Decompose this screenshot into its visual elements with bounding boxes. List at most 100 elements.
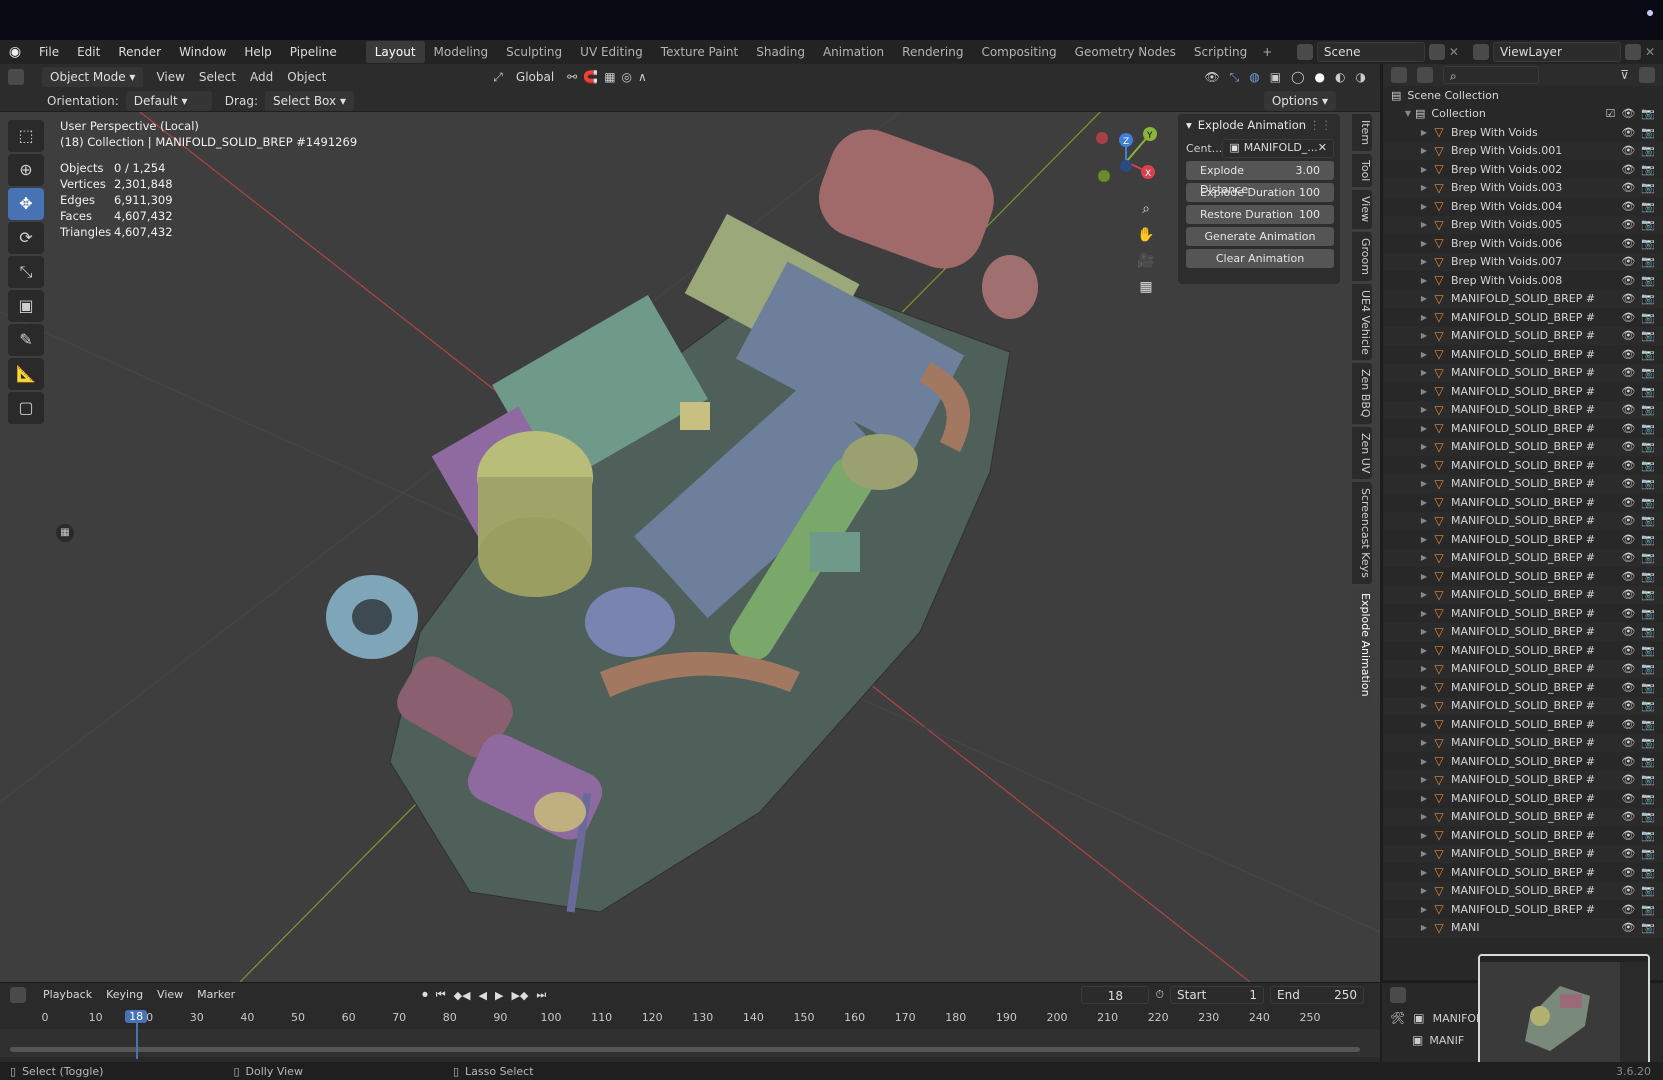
tab-texture-paint[interactable]: Texture Paint [652,41,747,63]
outliner-item[interactable]: ▶▽MANIFOLD_SOLID_BREP #222👁📷 [1383,604,1663,623]
expand-item-icon[interactable]: ▶ [1417,646,1431,655]
expand-item-icon[interactable]: ▶ [1417,368,1431,377]
annotate-tool-icon[interactable]: ✎ [8,324,44,356]
rotate-tool-icon[interactable]: ⟳ [8,222,44,254]
sidebar-tab-screencast-keys[interactable]: Screencast Keys [1352,482,1372,585]
tab-animation[interactable]: Animation [814,41,893,63]
collection-row[interactable]: ▼ ▤ Collection ☑ 👁 📷 [1383,105,1663,124]
expand-item-icon[interactable]: ▶ [1417,442,1431,451]
menu-pipeline[interactable]: Pipeline [281,41,346,63]
render-camera-icon[interactable]: 📷 [1641,755,1655,768]
outliner-item[interactable]: ▶▽MANIFOLD_SOLID_BREP #232👁📷 [1383,807,1663,826]
visibility-eye-icon[interactable]: 👁 [1621,551,1635,564]
playhead-frame-label[interactable]: 18 [125,1010,148,1023]
expand-item-icon[interactable]: ▶ [1417,257,1431,266]
sidebar-tab-tool[interactable]: Tool [1352,154,1372,188]
render-camera-icon[interactable]: 📷 [1641,422,1655,435]
timeline-menu-keying[interactable]: Keying [99,984,150,1006]
navigation-gizmo[interactable]: Y Z X [1090,126,1162,198]
render-camera-icon[interactable]: 📷 [1641,459,1655,472]
render-camera-icon[interactable]: 📷 [1641,514,1655,527]
outliner-item[interactable]: ▶ ▽ Brep With Voids.006 👁 📷 [1383,234,1663,253]
visibility-eye-icon[interactable]: 👁 [1621,847,1635,860]
timeline-editor-icon[interactable] [10,987,26,1003]
visibility-eye-icon[interactable]: 👁 [1621,866,1635,879]
visibility-eye-icon[interactable]: 👁 [1621,570,1635,583]
3d-viewport[interactable] [0,112,1380,982]
visibility-eye-icon[interactable]: 👁 [1621,699,1635,712]
play-reverse-icon[interactable]: ◀ [479,989,487,1002]
rendered-shading-icon[interactable]: ◑ [1356,70,1366,84]
expand-item-icon[interactable]: ▶ [1417,757,1431,766]
expand-item-icon[interactable]: ▶ [1417,831,1431,840]
outliner-item[interactable]: ▶ ▽ Brep With Voids.008 👁 📷 [1383,271,1663,290]
timeline-track[interactable] [0,1029,1380,1057]
visibility-eye-icon[interactable]: 👁 [1621,533,1635,546]
close-scene-icon[interactable]: ✕ [1449,45,1459,59]
render-camera-icon[interactable]: 📷 [1641,718,1655,731]
prev-keyframe-icon[interactable]: ◆◀ [454,989,471,1002]
expand-item-icon[interactable]: ▶ [1417,202,1431,211]
proportional-edit-icon[interactable]: ◎ [622,70,632,84]
outliner-item[interactable]: ▶▽MANIFOLD_SOLID_BREP #222👁📷 [1383,622,1663,641]
render-camera-icon[interactable]: 📷 [1641,866,1655,879]
xray-icon[interactable]: ▣ [1270,70,1281,84]
sidebar-tab-view[interactable]: View [1352,190,1372,229]
expand-item-icon[interactable]: ▶ [1417,239,1431,248]
scale-tool-icon[interactable]: ⤡ [8,256,44,288]
expand-collection-icon[interactable]: ▼ [1401,109,1415,118]
display-mode-icon[interactable] [1417,67,1433,83]
menu-render[interactable]: Render [109,41,170,63]
render-camera-icon[interactable]: 📷 [1641,311,1655,324]
render-camera-icon[interactable]: 📷 [1641,163,1655,176]
menu-window[interactable]: Window [170,41,235,63]
sidebar-tab-item[interactable]: Item [1352,114,1372,152]
jump-start-icon[interactable]: ⏮ [436,988,446,1002]
timeline-menu-view[interactable]: View [150,984,190,1006]
outliner-item[interactable]: ▶▽MANIFOLD_SOLID_BREP #223👁📷 [1383,752,1663,771]
visibility-eye-icon[interactable]: 👁 [1621,903,1635,916]
expand-item-icon[interactable]: ▶ [1417,905,1431,914]
expand-item-icon[interactable]: ▶ [1417,664,1431,673]
render-camera-icon[interactable]: 📷 [1641,126,1655,139]
render-camera-icon[interactable]: 📷 [1641,366,1655,379]
render-camera-icon[interactable]: 📷 [1641,810,1655,823]
render-camera-icon[interactable]: 📷 [1641,200,1655,213]
outliner-item[interactable]: ▶▽MANIFOLD_SOLID_BREP #222👁📷 [1383,567,1663,586]
visibility-eye-icon[interactable]: 👁 [1621,311,1635,324]
expand-item-icon[interactable]: ▶ [1417,572,1431,581]
expand-item-icon[interactable]: ▶ [1417,479,1431,488]
visibility-eye-icon[interactable]: 👁 [1621,274,1635,287]
visibility-eye-icon[interactable]: 👁 [1621,496,1635,509]
visibility-eye-icon[interactable]: 👁 [1621,163,1635,176]
add-workspace-icon[interactable]: + [1256,45,1278,59]
visibility-eye-icon[interactable]: 👁 [1621,921,1635,934]
visibility-eye-icon[interactable]: 👁 [1621,662,1635,675]
render-camera-icon[interactable]: 📷 [1641,107,1655,120]
visibility-eye-icon[interactable]: 👁 [1621,200,1635,213]
transform-orientation-dropdown[interactable]: Global [509,66,561,88]
jump-end-icon[interactable]: ⏭ [536,988,546,1002]
outliner-item[interactable]: ▶▽MANIFOLD_SOLID_BREP #223👁📷 [1383,733,1663,752]
expand-item-icon[interactable]: ▶ [1417,461,1431,470]
outliner-item[interactable]: ▶▽MANIFOLD_SOLID_BREP #218👁📷 [1383,308,1663,327]
outliner-item[interactable]: ▶▽MANIFOLD_SOLID_BREP #218👁📷 [1383,289,1663,308]
options-dropdown[interactable]: Options ▾ [1263,90,1336,111]
outliner-item[interactable]: ▶▽MANIFOLD_SOLID_BREP #218👁📷 [1383,326,1663,345]
expand-item-icon[interactable]: ▶ [1417,794,1431,803]
tab-scripting[interactable]: Scripting [1185,41,1256,63]
scene-field[interactable]: Scene [1316,42,1425,62]
outliner-item[interactable]: ▶ ▽ Brep With Voids.001 👁 📷 [1383,141,1663,160]
render-camera-icon[interactable]: 📷 [1641,681,1655,694]
scene-collection-row[interactable]: ▤ Scene Collection [1383,86,1663,105]
panel-drag-icon[interactable]: ⋮⋮ [1309,118,1332,132]
visibility-eye-icon[interactable]: 👁 [1621,237,1635,250]
expand-item-icon[interactable]: ▶ [1417,886,1431,895]
outliner-item[interactable]: ▶ ▽ MANI 👁 📷 [1383,918,1663,937]
render-camera-icon[interactable]: 📷 [1641,533,1655,546]
record-icon[interactable]: ⏺ [422,988,428,1002]
timeline-menu-playback[interactable]: Playback [36,984,99,1006]
visibility-eye-icon[interactable]: 👁 [1621,292,1635,305]
outliner-item[interactable]: ▶▽MANIFOLD_SOLID_BREP #300👁📷 [1383,881,1663,900]
expand-item-icon[interactable]: ▶ [1417,350,1431,359]
